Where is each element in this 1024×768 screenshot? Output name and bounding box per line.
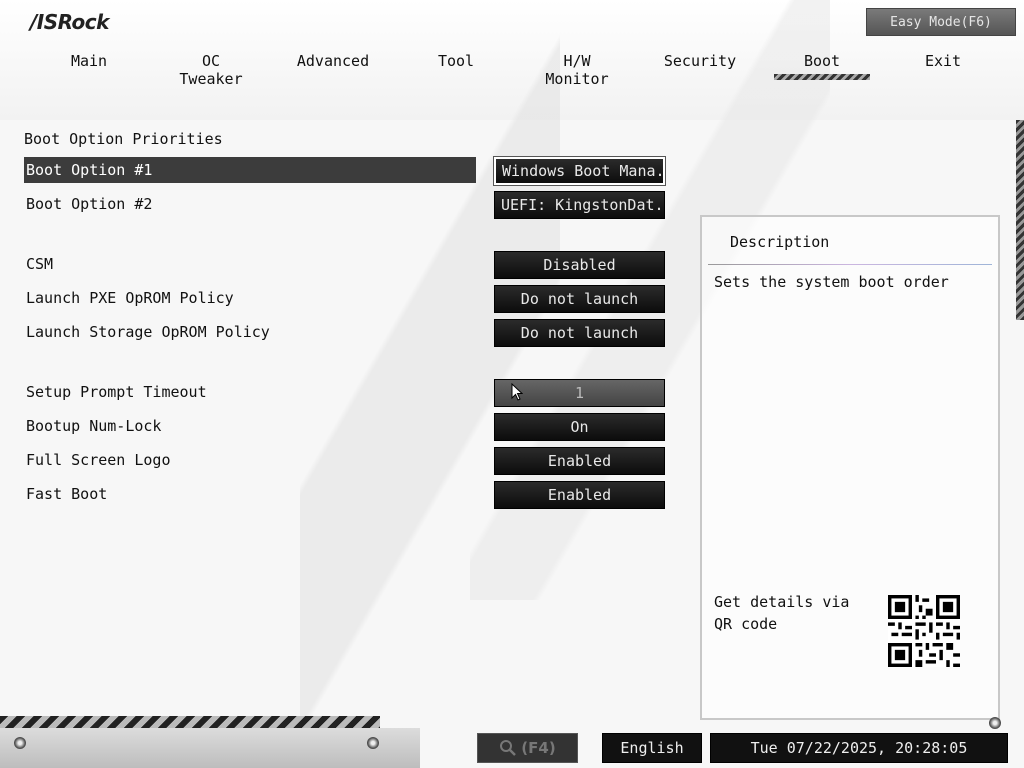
mouse-cursor-icon	[511, 383, 523, 401]
language-button[interactable]: English	[602, 733, 702, 763]
setting-full-screen-logo[interactable]: Full Screen Logo	[24, 447, 476, 473]
description-panel: Description Sets the system boot order G…	[700, 215, 1000, 720]
description-text: Sets the system boot order	[714, 273, 949, 291]
value-boot-option-2[interactable]: UEFI: KingstonDat...	[494, 191, 665, 219]
easy-mode-button[interactable]: Easy Mode(F6)	[866, 8, 1016, 36]
value-boot-option-1[interactable]: Windows Boot Mana...	[493, 156, 666, 186]
value-full-screen-logo[interactable]: Enabled	[494, 447, 665, 475]
screw-icon	[14, 737, 26, 749]
tab-main[interactable]: Main	[62, 52, 116, 76]
asrock-logo: /ISRock	[30, 10, 109, 34]
setting-csm[interactable]: CSM	[24, 251, 476, 277]
description-divider	[708, 264, 992, 265]
value-fast-boot[interactable]: Enabled	[494, 481, 665, 509]
value-bootup-num-lock[interactable]: On	[494, 413, 665, 441]
value-launch-storage-oprom-policy[interactable]: Do not launch	[494, 319, 665, 347]
description-title: Description	[730, 233, 830, 251]
qr-hint-text: Get details via QR code	[714, 593, 850, 633]
tab-tool[interactable]: Tool	[434, 52, 478, 76]
setting-launch-storage-oprom-policy[interactable]: Launch Storage OpROM Policy	[24, 319, 476, 345]
tab-boot[interactable]: Boot	[774, 52, 870, 80]
value-csm[interactable]: Disabled	[494, 251, 665, 279]
main-tabs: Main OC Tweaker Advanced Tool H/W Monito…	[0, 52, 1024, 88]
tab-exit[interactable]: Exit	[920, 52, 966, 76]
setting-boot-option-1[interactable]: Boot Option #1	[24, 157, 476, 183]
setting-bootup-num-lock[interactable]: Bootup Num-Lock	[24, 413, 476, 439]
section-title: Boot Option Priorities	[24, 130, 223, 148]
qr-code-icon	[888, 595, 960, 667]
search-icon	[500, 740, 517, 756]
tab-hw-monitor[interactable]: H/W Monitor	[528, 52, 626, 88]
scrollbar[interactable]	[1016, 120, 1024, 320]
setting-setup-prompt-timeout[interactable]: Setup Prompt Timeout	[24, 379, 476, 405]
tab-security[interactable]: Security	[662, 52, 738, 76]
tab-oc-tweaker[interactable]: OC Tweaker	[166, 52, 256, 88]
screw-icon	[989, 717, 1001, 729]
screw-icon	[367, 737, 379, 749]
value-launch-pxe-oprom-policy[interactable]: Do not launch	[494, 285, 665, 313]
search-button[interactable]: (F4)	[477, 733, 578, 763]
setting-fast-boot[interactable]: Fast Boot	[24, 481, 476, 507]
bottom-panel-decoration	[0, 728, 420, 768]
setting-launch-pxe-oprom-policy[interactable]: Launch PXE OpROM Policy	[24, 285, 476, 311]
datetime-display: Tue 07/22/2025, 20:28:05	[710, 733, 1008, 763]
bottom-stripe-decoration	[0, 716, 380, 728]
search-shortcut-label: (F4)	[521, 739, 556, 757]
tab-advanced[interactable]: Advanced	[296, 52, 370, 76]
setting-boot-option-2[interactable]: Boot Option #2	[24, 191, 476, 217]
